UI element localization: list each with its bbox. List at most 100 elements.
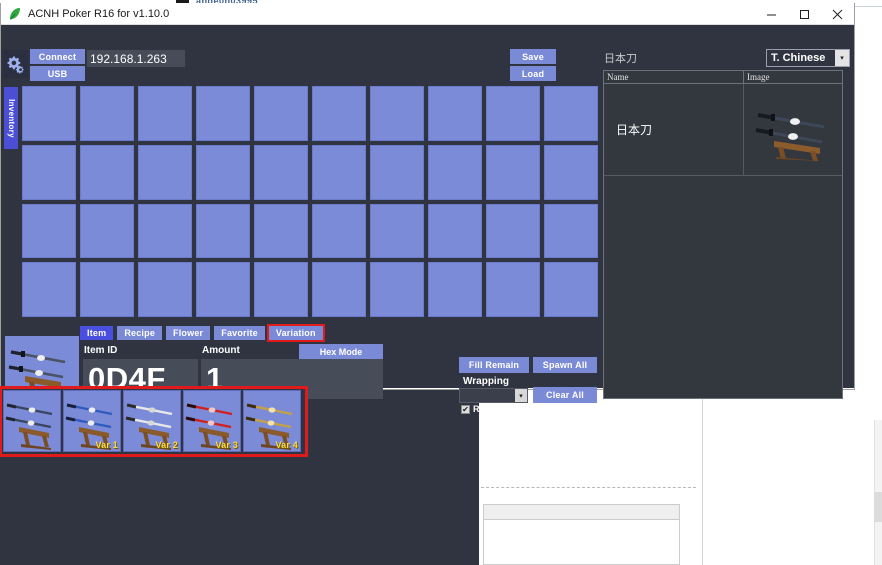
- background-right-pane: [704, 388, 882, 565]
- inventory-slot[interactable]: [544, 144, 598, 200]
- inventory-slot[interactable]: [138, 86, 192, 141]
- inventory-slot[interactable]: [370, 86, 424, 141]
- variation-label: Var 2: [155, 440, 178, 450]
- inventory-slot[interactable]: [80, 262, 134, 317]
- inventory-slot[interactable]: [80, 203, 134, 259]
- hex-mode-button[interactable]: Hex Mode: [299, 344, 383, 359]
- inventory-slot[interactable]: [80, 144, 134, 200]
- inventory-slot[interactable]: [428, 262, 482, 317]
- acnh-poker-window: ACNH Poker R16 for v1.10.0 Connect USB 1…: [0, 3, 855, 414]
- background-card-header: [484, 505, 679, 520]
- column-header-image[interactable]: Image: [744, 71, 842, 83]
- save-load-buttons: Save Load: [510, 49, 556, 83]
- item-id-label: Item ID: [84, 345, 118, 356]
- variation-label: Var 3: [215, 440, 238, 450]
- inventory-slot[interactable]: [428, 144, 482, 200]
- inventory-slot[interactable]: [22, 86, 76, 141]
- retain-name-label: Retain Name: [473, 404, 528, 414]
- tab-item[interactable]: Item: [80, 326, 114, 340]
- fill-remain-button[interactable]: Fill Remain: [459, 357, 529, 373]
- inventory-slot[interactable]: [22, 262, 76, 317]
- table-row[interactable]: 日本刀: [604, 84, 842, 176]
- variation-cell[interactable]: Var 2: [123, 390, 181, 452]
- variation-cell[interactable]: Var 3: [183, 390, 241, 452]
- inventory-slot[interactable]: [196, 203, 250, 259]
- inventory-slot[interactable]: [312, 262, 366, 317]
- inventory-slot[interactable]: [312, 203, 366, 259]
- wrapping-label: Wrapping: [463, 376, 509, 387]
- chevron-down-icon[interactable]: ▾: [835, 50, 849, 66]
- inventory-slot[interactable]: [22, 203, 76, 259]
- background-card: [483, 504, 680, 565]
- language-value: T. Chinese: [771, 52, 826, 64]
- background-dotted-divider: [481, 487, 696, 488]
- search-results-table: Name Image 日本刀: [603, 70, 843, 399]
- leaf-icon: [8, 7, 22, 21]
- inventory-slot[interactable]: [544, 86, 598, 141]
- inventory-slot[interactable]: [544, 262, 598, 317]
- inventory-slot[interactable]: [196, 262, 250, 317]
- window-controls: [755, 3, 854, 25]
- inventory-slot[interactable]: [428, 203, 482, 259]
- inventory-slot[interactable]: [428, 86, 482, 141]
- inventory-grid: [22, 86, 598, 317]
- minimize-icon[interactable]: [755, 3, 788, 25]
- background-scrollbar-thumb[interactable]: [874, 492, 882, 522]
- inventory-slot[interactable]: [254, 262, 308, 317]
- editor-tabs: Item Recipe Flower Favorite Variation: [80, 324, 325, 342]
- inventory-slot[interactable]: [486, 203, 540, 259]
- variation-cell[interactable]: Var 4: [243, 390, 301, 452]
- inventory-slot[interactable]: [254, 203, 308, 259]
- inventory-slot[interactable]: [138, 262, 192, 317]
- gear-icon[interactable]: [3, 50, 28, 78]
- inventory-slot[interactable]: [312, 86, 366, 141]
- retain-name-checkbox[interactable]: ✔: [461, 404, 470, 414]
- clear-all-button[interactable]: Clear All: [533, 387, 597, 403]
- connect-button[interactable]: Connect: [30, 49, 85, 64]
- variation-strip: Var 1 Var 2 Var 3 Var 4: [0, 386, 308, 457]
- save-button[interactable]: Save: [510, 49, 556, 64]
- variation-cell[interactable]: [3, 390, 61, 452]
- inventory-slot[interactable]: [370, 144, 424, 200]
- amount-label: Amount: [202, 345, 240, 356]
- inventory-slot[interactable]: [544, 203, 598, 259]
- inventory-slot[interactable]: [254, 144, 308, 200]
- inventory-slot[interactable]: [254, 86, 308, 141]
- spawn-all-button[interactable]: Spawn All: [533, 357, 597, 373]
- variation-label: Var 1: [95, 440, 118, 450]
- sidebar-tab-inventory[interactable]: Inventory: [4, 87, 18, 149]
- inventory-slot[interactable]: [196, 144, 250, 200]
- column-header-name[interactable]: Name: [604, 71, 744, 83]
- usb-button[interactable]: USB: [30, 66, 85, 81]
- window-titlebar[interactable]: ACNH Poker R16 for v1.10.0: [1, 3, 854, 25]
- tab-favorite[interactable]: Favorite: [214, 326, 265, 340]
- ip-address-input[interactable]: 192.168.1.263: [87, 50, 185, 67]
- load-button[interactable]: Load: [510, 66, 556, 81]
- search-input[interactable]: 日本刀: [602, 50, 762, 66]
- connection-buttons: Connect USB: [30, 49, 85, 83]
- inventory-slot[interactable]: [486, 144, 540, 200]
- variation-cell[interactable]: Var 1: [63, 390, 121, 452]
- katana-stand-icon: [744, 84, 842, 175]
- inventory-slot[interactable]: [370, 262, 424, 317]
- inventory-slot[interactable]: [196, 86, 250, 141]
- chevron-down-icon[interactable]: ▾: [515, 389, 527, 402]
- inventory-slot[interactable]: [22, 144, 76, 200]
- inventory-slot[interactable]: [80, 86, 134, 141]
- close-icon[interactable]: [821, 3, 854, 25]
- inventory-slot[interactable]: [312, 144, 366, 200]
- wrapping-dropdown[interactable]: ▾: [459, 388, 528, 403]
- inventory-slot[interactable]: [370, 203, 424, 259]
- inventory-slot[interactable]: [138, 203, 192, 259]
- tab-recipe[interactable]: Recipe: [117, 326, 163, 340]
- maximize-icon[interactable]: [788, 3, 821, 25]
- inventory-slot[interactable]: [138, 144, 192, 200]
- variation-label: Var 4: [275, 440, 298, 450]
- tab-variation[interactable]: Variation: [266, 324, 325, 342]
- inventory-slot[interactable]: [486, 262, 540, 317]
- language-dropdown[interactable]: T. Chinese ▾: [766, 49, 850, 67]
- retain-name-row[interactable]: ✔ Retain Name: [461, 404, 528, 414]
- app-body: Connect USB 192.168.1.263 Save Load Inve…: [1, 25, 854, 414]
- inventory-slot[interactable]: [486, 86, 540, 141]
- tab-flower[interactable]: Flower: [166, 326, 211, 340]
